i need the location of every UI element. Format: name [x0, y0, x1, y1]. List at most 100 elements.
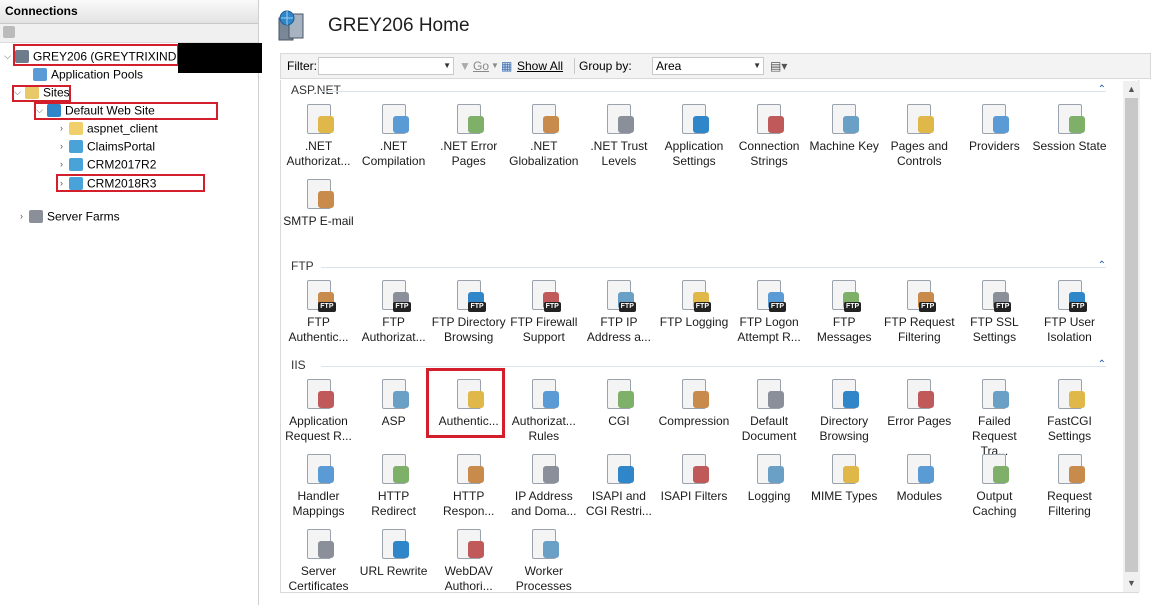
feature-webdav[interactable]: WebDAV Authori...: [431, 527, 506, 592]
feature-server-certificates[interactable]: Server Certificates: [281, 527, 356, 593]
feature-label: Worker Processes: [515, 564, 572, 593]
feature-arr[interactable]: Application Request R...: [281, 377, 356, 444]
feature-ftp-messages[interactable]: FTP FTP Messages: [807, 278, 882, 345]
scroll-thumb[interactable]: [1125, 98, 1138, 572]
feature-net-error-pages[interactable]: .NET Error Pages: [431, 102, 506, 169]
feature-http-redirect[interactable]: HTTP Redirect: [356, 452, 431, 519]
feature-authentication[interactable]: Authentic...: [431, 377, 506, 429]
feature-net-compilation[interactable]: .NET Compilation: [356, 102, 431, 169]
feature-net-authorization[interactable]: .NET Authorizat...: [281, 102, 356, 169]
expand-arrow-icon[interactable]: ›: [56, 175, 67, 192]
feature-request-filtering[interactable]: Request Filtering: [1032, 452, 1107, 519]
machine-key-icon: [827, 102, 861, 136]
feature-default-document[interactable]: Default Document: [732, 377, 807, 444]
authentication-icon: [452, 377, 486, 411]
go-button[interactable]: Go: [473, 59, 489, 73]
feature-authorization-rules[interactable]: Authorizat... Rules: [506, 377, 581, 444]
feature-label: Modules: [896, 489, 942, 503]
collapse-arrow-icon[interactable]: ⌵: [2, 48, 13, 65]
collapse-group-icon[interactable]: ⌃: [1098, 359, 1106, 370]
feature-label: FTP User Isolation: [1043, 315, 1096, 344]
feature-output-caching[interactable]: Output Caching: [957, 452, 1032, 519]
tree-item-default-web-site[interactable]: ⌵ Default Web Site: [34, 102, 155, 119]
expand-arrow-icon[interactable]: ›: [56, 138, 67, 155]
feature-directory-browsing[interactable]: Directory Browsing: [807, 377, 882, 444]
feature-ftp-directory-browsing[interactable]: FTP FTP Directory Browsing: [431, 278, 506, 345]
tree-item-claims-portal[interactable]: › ClaimsPortal: [56, 138, 155, 155]
feature-handler-mappings[interactable]: Handler Mappings: [281, 452, 356, 519]
feature-isapi-filters[interactable]: ISAPI Filters: [657, 452, 732, 504]
feature-session-state[interactable]: Session State: [1032, 102, 1107, 154]
feature-http-response-headers[interactable]: HTTP Respon...: [431, 452, 506, 519]
feature-isapi-cgi-restrictions[interactable]: ISAPI and CGI Restri...: [581, 452, 656, 519]
view-mode-icon[interactable]: ▤▾: [770, 59, 787, 73]
feature-ftp-authentication[interactable]: FTP FTP Authentic...: [281, 278, 356, 345]
chevron-down-icon[interactable]: ▼: [753, 58, 761, 74]
tree-item-label: ClaimsPortal: [87, 139, 156, 154]
feature-url-rewrite[interactable]: URL Rewrite: [356, 527, 431, 579]
feature-worker-processes[interactable]: Worker Processes: [506, 527, 581, 593]
feature-ftp-ip-address[interactable]: FTP FTP IP Address a...: [581, 278, 656, 345]
tree-item-server[interactable]: ⌵ GREY206 (GREYTRIXINDIA\: [2, 48, 191, 65]
sites-folder-icon: [25, 86, 39, 100]
collapse-group-icon[interactable]: ⌃: [1098, 260, 1106, 271]
tree-item-server-farms[interactable]: › Server Farms: [16, 208, 120, 225]
collapse-arrow-icon[interactable]: ⌵: [12, 84, 23, 101]
feature-label: ISAPI Filters: [660, 489, 728, 503]
feature-failed-request-tracing[interactable]: Failed Request Tra...: [957, 377, 1032, 459]
feature-net-globalization[interactable]: .NET Globalization: [506, 102, 581, 169]
scroll-down-icon[interactable]: ▼: [1123, 575, 1140, 592]
expand-arrow-icon[interactable]: ›: [56, 120, 67, 137]
feature-connection-strings[interactable]: Connection Strings: [732, 102, 807, 169]
tree-item-crm2017r2[interactable]: › CRM2017R2: [56, 156, 156, 173]
go-filter-icon: ▼: [459, 59, 471, 73]
webdav-icon: [452, 527, 486, 561]
error-pages-icon: [902, 377, 936, 411]
group-by-select[interactable]: Area ▼: [652, 57, 764, 75]
feature-ip-domain-restrictions[interactable]: IP Address and Doma...: [506, 452, 581, 519]
tree-item-crm2018r3[interactable]: › CRM2018R3: [56, 175, 156, 192]
tree-item-sites[interactable]: ⌵ Sites: [12, 84, 70, 101]
feature-net-trust-levels[interactable]: .NET Trust Levels: [581, 102, 656, 169]
application-settings-icon: [677, 102, 711, 136]
group-by-value: Area: [656, 59, 682, 73]
show-all-button[interactable]: Show All: [517, 59, 563, 73]
feature-ftp-ssl[interactable]: FTP FTP SSL Settings: [957, 278, 1032, 345]
server-home-icon: [278, 10, 304, 41]
collapse-group-icon[interactable]: ⌃: [1098, 84, 1106, 95]
feature-ftp-user-isolation[interactable]: FTP FTP User Isolation: [1032, 278, 1107, 345]
feature-asp[interactable]: ASP: [356, 377, 431, 429]
feature-compression[interactable]: Compression: [657, 377, 732, 429]
go-dropdown-icon[interactable]: ▼: [491, 61, 499, 70]
feature-mime-types[interactable]: MIME Types: [807, 452, 882, 504]
feature-logging[interactable]: Logging: [732, 452, 807, 504]
feature-label: .NET Globalization: [509, 139, 579, 168]
filter-input[interactable]: ▼: [318, 57, 454, 75]
feature-modules[interactable]: Modules: [882, 452, 957, 504]
expand-arrow-icon[interactable]: ›: [16, 208, 27, 225]
feature-error-pages[interactable]: Error Pages: [882, 377, 957, 429]
connect-icon[interactable]: [3, 26, 15, 38]
feature-providers[interactable]: Providers: [957, 102, 1032, 154]
chevron-down-icon[interactable]: ▼: [443, 58, 451, 74]
vertical-scrollbar[interactable]: ▲ ▼: [1123, 81, 1140, 592]
feature-application-settings[interactable]: Application Settings: [657, 102, 732, 169]
feature-cgi[interactable]: CGI: [581, 377, 656, 429]
feature-ftp-request-filtering[interactable]: FTP FTP Request Filtering: [882, 278, 957, 345]
scroll-up-icon[interactable]: ▲: [1123, 81, 1140, 98]
feature-smtp-email[interactable]: SMTP E-mail: [281, 177, 356, 229]
expand-arrow-icon[interactable]: ›: [56, 156, 67, 173]
tree-item-app-pools[interactable]: Application Pools: [20, 66, 143, 83]
tree-item-aspnet-client[interactable]: › aspnet_client: [56, 120, 158, 137]
feature-ftp-authorization[interactable]: FTP FTP Authorizat...: [356, 278, 431, 345]
collapse-arrow-icon[interactable]: ⌵: [34, 102, 45, 119]
tree-item-label: aspnet_client: [87, 121, 158, 136]
feature-label: Server Certificates: [288, 564, 349, 593]
feature-ftp-logging[interactable]: FTP FTP Logging: [657, 278, 732, 330]
feature-label: Request Filtering: [1047, 489, 1092, 518]
feature-pages-controls[interactable]: Pages and Controls: [882, 102, 957, 169]
feature-ftp-firewall[interactable]: FTP FTP Firewall Support: [506, 278, 581, 345]
feature-machine-key[interactable]: Machine Key: [807, 102, 882, 154]
feature-fastcgi[interactable]: FastCGI Settings: [1032, 377, 1107, 444]
feature-ftp-logon-attempt[interactable]: FTP FTP Logon Attempt R...: [732, 278, 807, 345]
